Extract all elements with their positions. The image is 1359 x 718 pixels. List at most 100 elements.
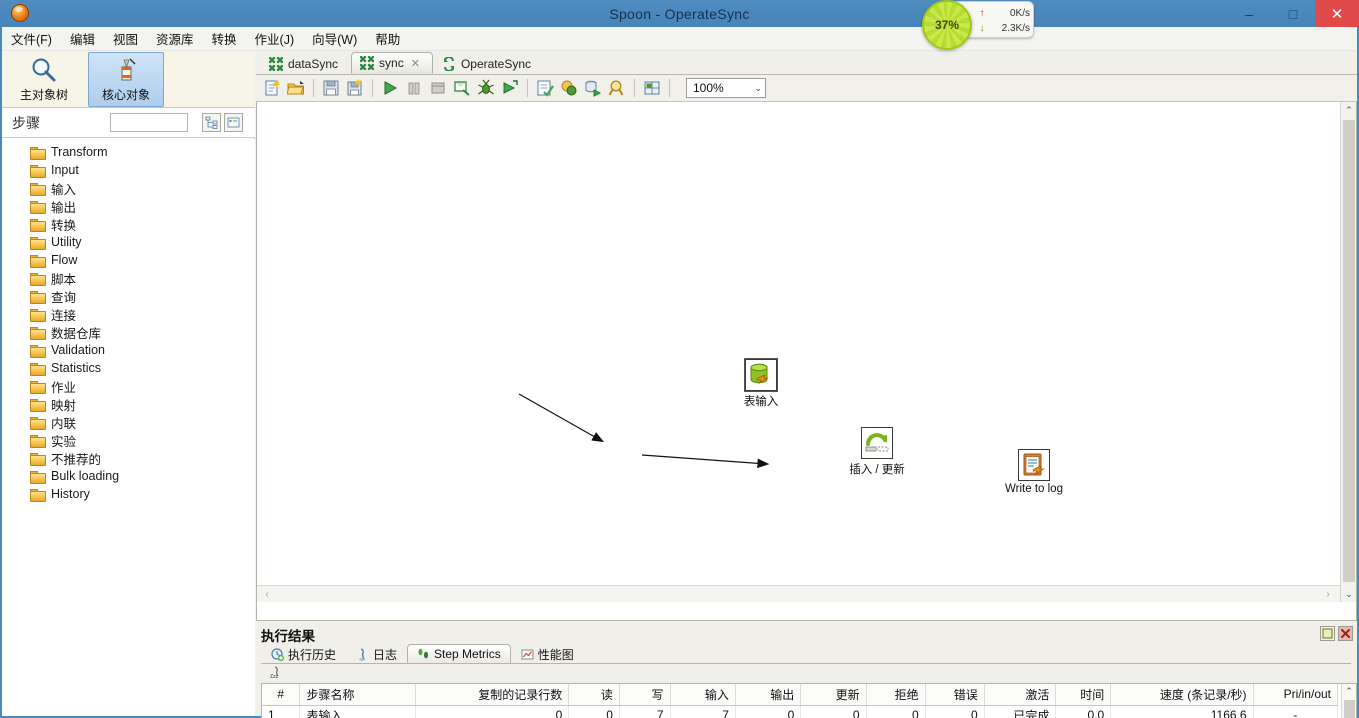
- col-header-written[interactable]: 写: [619, 684, 671, 706]
- lime-cpu-gauge-icon[interactable]: 37%: [922, 0, 972, 50]
- tree-item-transform[interactable]: Transform: [2, 143, 255, 161]
- results-tab-execution-history[interactable]: 执行历史: [261, 644, 346, 663]
- preview-icon[interactable]: [451, 77, 473, 99]
- menu-file[interactable]: 文件(F): [2, 27, 61, 50]
- folder-icon: [30, 398, 46, 412]
- debug-bug-icon[interactable]: [475, 77, 497, 99]
- col-header-number[interactable]: #: [262, 684, 301, 706]
- col-header-updated[interactable]: 更新: [800, 684, 867, 706]
- col-header-time[interactable]: 时间: [1055, 684, 1112, 706]
- results-tab-log[interactable]: 日志: [346, 644, 407, 663]
- results-tab-step-metrics[interactable]: Step Metrics: [407, 644, 511, 663]
- menu-repository[interactable]: 资源库: [147, 27, 203, 50]
- tab-sync[interactable]: sync ✕: [351, 52, 433, 74]
- tree-item-utility[interactable]: Utility: [2, 233, 255, 251]
- menu-transformation[interactable]: 转换: [203, 27, 246, 50]
- tree-item-mapping[interactable]: 映射: [2, 395, 255, 413]
- menu-wizard[interactable]: 向导(W): [303, 27, 366, 50]
- spoon-application-window: Spoon - OperateSync – □ ✕ ↑ 0K/s ↓ 2.3K/…: [0, 0, 1359, 718]
- canvas-vertical-scrollbar[interactable]: ⌃ ⌄: [1340, 102, 1356, 602]
- pause-icon[interactable]: [403, 77, 425, 99]
- col-header-priority[interactable]: Pri/in/out: [1253, 684, 1339, 706]
- col-header-output[interactable]: 输出: [735, 684, 802, 706]
- sql-icon[interactable]: [582, 77, 604, 99]
- save-icon[interactable]: [320, 77, 342, 99]
- metrics-vertical-scrollbar[interactable]: ⌃ ⌄: [1341, 683, 1357, 718]
- tree-item-experimental[interactable]: 实验: [2, 431, 255, 449]
- save-as-icon[interactable]: [344, 77, 366, 99]
- tree-item-label: Utility: [51, 235, 82, 249]
- col-header-input[interactable]: 输入: [670, 684, 736, 706]
- scroll-up-icon[interactable]: ⌃: [1342, 684, 1356, 698]
- perspective-core-objects[interactable]: 核心对象: [88, 52, 164, 107]
- col-header-step-name[interactable]: 步骤名称: [299, 684, 417, 706]
- zoom-level-select[interactable]: 100% ⌄: [686, 78, 766, 98]
- tab-operatesync[interactable]: OperateSync: [433, 52, 544, 74]
- menu-job[interactable]: 作业(J): [246, 27, 304, 50]
- close-panel-icon[interactable]: [1338, 626, 1353, 641]
- tree-item-lookup[interactable]: 查询: [2, 287, 255, 305]
- tab-datasync[interactable]: dataSync: [260, 52, 351, 74]
- tree-item-job[interactable]: 作业: [2, 377, 255, 395]
- tree-item-statistics[interactable]: Statistics: [2, 359, 255, 377]
- tree-item-joins[interactable]: 连接: [2, 305, 255, 323]
- zzz-sleep-icon[interactable]: Zzz: [270, 666, 284, 683]
- tree-item-inline[interactable]: 内联: [2, 413, 255, 431]
- run-play-icon[interactable]: [379, 77, 401, 99]
- tree-item-input-cn[interactable]: 输入: [2, 179, 255, 197]
- tab-close-icon[interactable]: ✕: [411, 57, 420, 70]
- menu-help[interactable]: 帮助: [366, 27, 409, 50]
- col-header-copied-rows[interactable]: 复制的记录行数: [415, 684, 570, 706]
- step-metrics-grid[interactable]: # 步骤名称 复制的记录行数 读 写 输入 输出 更新 拒绝 错误 激活 时间 …: [261, 683, 1357, 718]
- insert-update-node[interactable]: 插入 / 更新: [831, 427, 923, 477]
- tree-item-validation[interactable]: Validation: [2, 341, 255, 359]
- stop-icon[interactable]: [427, 77, 449, 99]
- tree-item-flow[interactable]: Flow: [2, 251, 255, 269]
- tree-item-scripting[interactable]: 脚本: [2, 269, 255, 287]
- maximize-button[interactable]: □: [1271, 0, 1315, 27]
- close-button[interactable]: ✕: [1315, 0, 1359, 27]
- tree-item-deprecated[interactable]: 不推荐的: [2, 449, 255, 467]
- menu-edit[interactable]: 编辑: [61, 27, 104, 50]
- scroll-down-icon[interactable]: ⌄: [1341, 586, 1357, 602]
- results-tab-performance-graph[interactable]: 性能图: [511, 644, 584, 663]
- steps-tree[interactable]: Transform Input 输入 输出 转换 Utility Flow 脚本…: [2, 139, 255, 716]
- verify-checklist-icon[interactable]: [534, 77, 556, 99]
- perspective-main-object-tree-label: 主对象树: [19, 88, 68, 102]
- write-to-log-node[interactable]: Write to log: [988, 449, 1080, 495]
- scroll-up-icon[interactable]: ⌃: [1341, 102, 1357, 118]
- table-row[interactable]: 1 表输入 0 0 7 7 0 0 0 0 已完成 0.0 1166.6 -: [262, 705, 1339, 718]
- tree-item-input-en[interactable]: Input: [2, 161, 255, 179]
- tree-item-bulk-loading[interactable]: Bulk loading: [2, 467, 255, 485]
- scroll-right-icon[interactable]: ›: [1320, 586, 1336, 602]
- open-folder-icon[interactable]: [285, 77, 307, 99]
- perspective-main-object-tree[interactable]: 主对象树: [6, 52, 82, 107]
- scroll-thumb[interactable]: [1344, 700, 1355, 718]
- col-header-errors[interactable]: 错误: [925, 684, 985, 706]
- search-db-icon[interactable]: [606, 77, 628, 99]
- col-header-rejected[interactable]: 拒绝: [866, 684, 926, 706]
- tree-item-history[interactable]: History: [2, 485, 255, 503]
- col-header-read[interactable]: 读: [568, 684, 620, 706]
- tree-collapse-icon[interactable]: [224, 113, 243, 132]
- tree-item-transform-cn[interactable]: 转换: [2, 215, 255, 233]
- tree-expand-icon[interactable]: [202, 113, 221, 132]
- network-speed-widget[interactable]: ↑ 0K/s ↓ 2.3K/s 37%: [922, 0, 1034, 50]
- col-header-speed[interactable]: 速度 (条记录/秒): [1110, 684, 1254, 706]
- minimize-button[interactable]: –: [1227, 0, 1271, 27]
- replay-icon[interactable]: [499, 77, 521, 99]
- tree-item-data-warehouse[interactable]: 数据仓库: [2, 323, 255, 341]
- menu-view[interactable]: 视图: [104, 27, 147, 50]
- new-file-icon[interactable]: [261, 77, 283, 99]
- impact-icon[interactable]: [558, 77, 580, 99]
- col-header-active[interactable]: 激活: [984, 684, 1057, 706]
- transformation-canvas[interactable]: 表输入 插入 / 更新 Write to log ‹ ›: [257, 102, 1340, 602]
- table-input-node[interactable]: 表输入: [730, 358, 792, 409]
- scroll-left-icon[interactable]: ‹: [259, 586, 275, 602]
- maximize-panel-icon[interactable]: [1320, 626, 1335, 641]
- tree-item-output-cn[interactable]: 输出: [2, 197, 255, 215]
- steps-search-input[interactable]: [110, 113, 188, 132]
- canvas-horizontal-scrollbar[interactable]: ‹ ›: [257, 585, 1340, 602]
- grid-icon[interactable]: [641, 77, 663, 99]
- scroll-thumb[interactable]: [1343, 120, 1355, 582]
